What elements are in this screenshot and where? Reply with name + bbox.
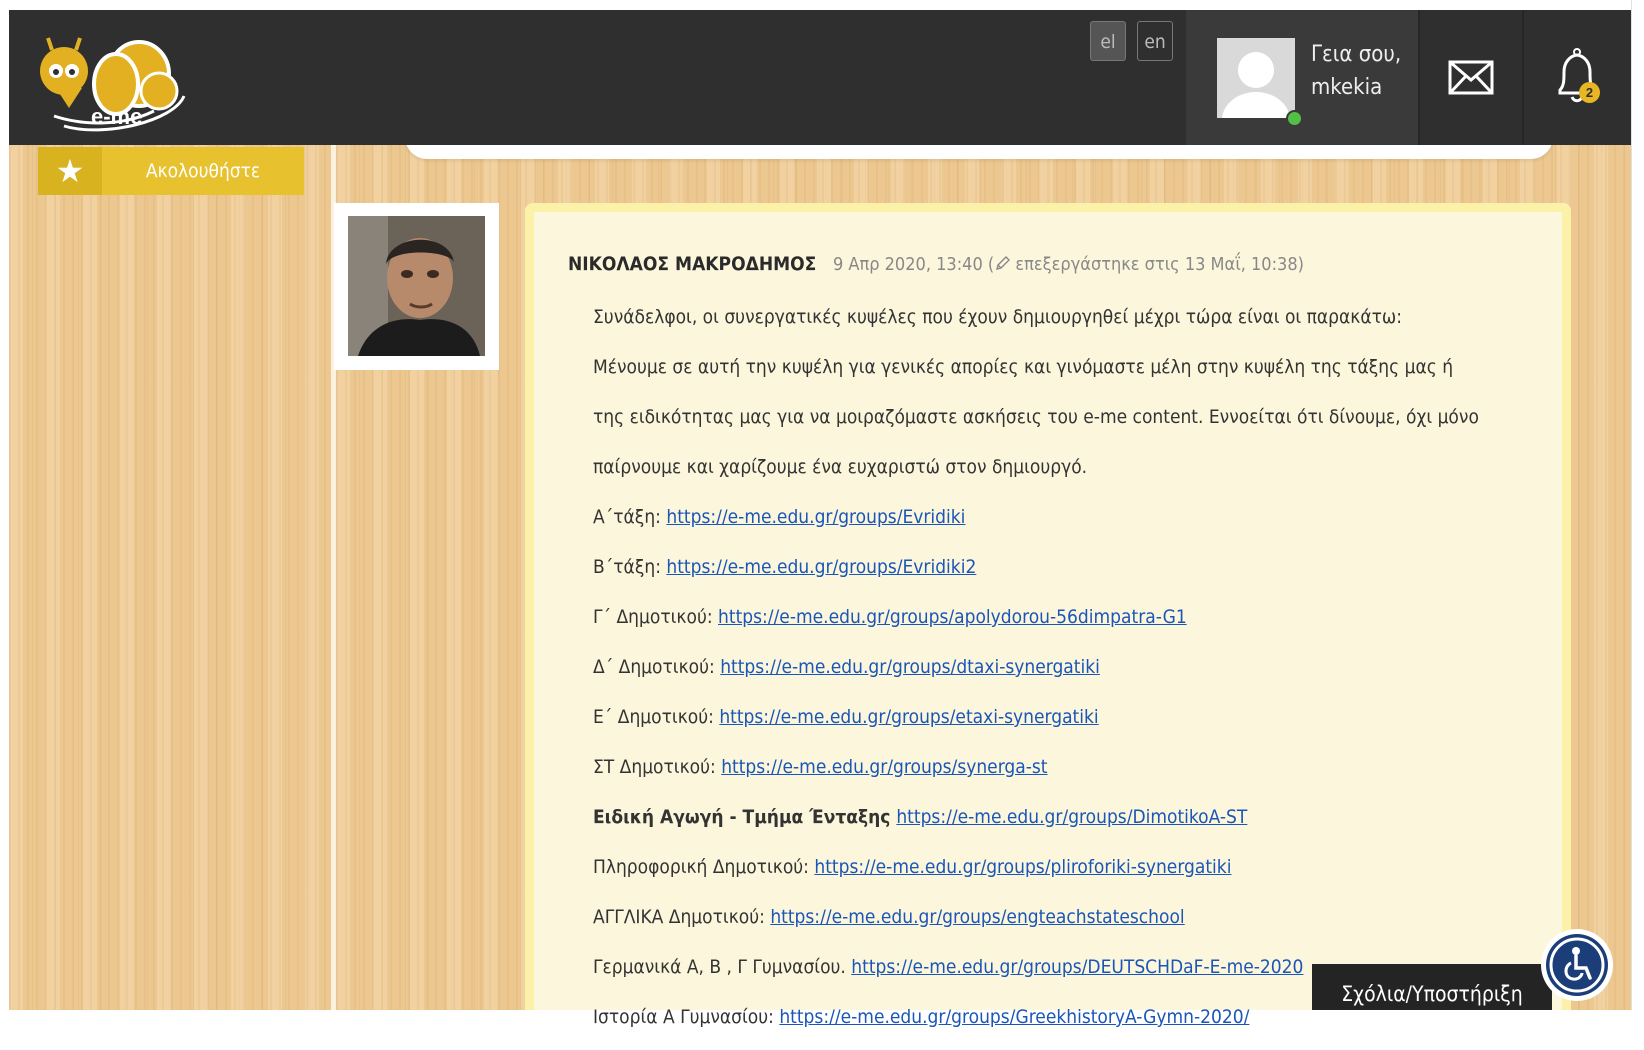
post-card: ΝΙΚΟΛΑΟΣ ΜΑΚΡΟΔΗΜΟΣ 9 Απρ 2020, 13:40 ( … [525, 203, 1571, 1028]
group-link[interactable]: https://e-me.edu.gr/groups/pliroforiki-s… [814, 856, 1231, 878]
lang-en-button[interactable]: en [1137, 21, 1173, 61]
group-label: Ιστορία Α Γυμνασίου: [593, 1006, 780, 1028]
group-link[interactable]: https://e-me.edu.gr/groups/apolydorou-56… [718, 606, 1187, 628]
notifications-button[interactable]: 2 [1524, 10, 1631, 145]
post-paragraph: της ειδικότητας μας για να μοιραζόμαστε … [593, 406, 1479, 428]
notification-count-badge: 2 [1579, 82, 1600, 103]
group-link[interactable]: https://e-me.edu.gr/groups/DEUTSCHDaF-E-… [851, 956, 1303, 978]
group-link-row: Ειδική Αγωγή - Τμήμα Ένταξης https://e-m… [593, 800, 1553, 850]
group-label: Β΄τάξη: [593, 556, 667, 578]
post-date: 9 Απρ 2020, 13:40 ( επεξεργάστηκε στις 1… [833, 254, 1304, 275]
group-label: Ειδική Αγωγή - Τμήμα Ένταξης [593, 806, 897, 828]
group-label: ΑΓΓΛΙΚΑ Δημοτικού: [593, 906, 771, 928]
group-link-row: ΑΓΓΛΙΚΑ Δημοτικού: https://e-me.edu.gr/g… [593, 900, 1553, 950]
group-label: Πληροφορική Δημοτικού: [593, 856, 815, 878]
window-top-strip [0, 0, 1644, 10]
group-label: ΣΤ Δημοτικού: [593, 756, 722, 778]
post-body: Συνάδελφοι, οι συνεργατικές κυψέλες που … [593, 300, 1553, 1050]
post-paragraph: Συνάδελφοι, οι συνεργατικές κυψέλες που … [593, 306, 1403, 328]
envelope-icon [1448, 60, 1494, 95]
sidebar-background [9, 145, 331, 1010]
author-photo-frame [334, 203, 499, 370]
follow-label: Ακολουθήστε [145, 160, 261, 182]
lang-el-button[interactable]: el [1090, 21, 1126, 61]
avatar[interactable] [1217, 38, 1295, 118]
greeting-line: Γεια σου, [1311, 42, 1402, 67]
post-paragraph: παίρνουμε και χαρίζουμε ένα ευχαριστώ στ… [593, 456, 1088, 478]
group-label: Ε΄ Δημοτικού: [593, 706, 720, 728]
wheelchair-icon [1546, 934, 1608, 996]
edited-note: επεξεργάστηκε στις 13 Μαΐ, 10:38) [1015, 254, 1304, 275]
post-meta: ΝΙΚΟΛΑΟΣ ΜΑΚΡΟΔΗΜΟΣ 9 Απρ 2020, 13:40 ( … [568, 253, 1304, 275]
post-timestamp: 9 Απρ 2020, 13:40 ( [832, 254, 995, 275]
username: mkekia [1311, 75, 1383, 100]
user-menu[interactable]: Γεια σου, mkekia [1186, 10, 1418, 145]
top-header: e-me el en Γεια σου, mkekia 2 [9, 10, 1631, 145]
author-photo[interactable] [348, 216, 485, 356]
follow-button[interactable]: ★ Ακολουθήστε [38, 147, 304, 195]
online-status-dot [1286, 110, 1303, 127]
group-link[interactable]: https://e-me.edu.gr/groups/DimotikoA-ST [896, 806, 1247, 828]
group-link-row: Α΄τάξη: https://e-me.edu.gr/groups/Evrid… [593, 500, 1553, 550]
accessibility-button[interactable] [1541, 929, 1613, 1001]
group-link[interactable]: https://e-me.edu.gr/groups/etaxi-synerga… [719, 706, 1098, 728]
group-link-row: Δ΄ Δημοτικού: https://e-me.edu.gr/groups… [593, 650, 1553, 700]
post-author-name[interactable]: ΝΙΚΟΛΑΟΣ ΜΑΚΡΟΔΗΜΟΣ [568, 253, 816, 275]
group-label: Α΄τάξη: [593, 506, 667, 528]
group-link[interactable]: https://e-me.edu.gr/groups/engteachstate… [770, 906, 1184, 928]
group-link-row: Β΄τάξη: https://e-me.edu.gr/groups/Evrid… [593, 550, 1553, 600]
group-link[interactable]: https://e-me.edu.gr/groups/GreekhistoryA… [779, 1006, 1249, 1028]
post-paragraph: Μένουμε σε αυτή την κυψέλη για γενικές α… [593, 356, 1454, 378]
group-link-row: Ε΄ Δημοτικού: https://e-me.edu.gr/groups… [593, 700, 1553, 750]
group-link[interactable]: https://e-me.edu.gr/groups/synerga-st [721, 756, 1047, 778]
bell-icon [1558, 48, 1596, 103]
group-link-row: Πληροφορική Δημοτικού: https://e-me.edu.… [593, 850, 1553, 900]
star-icon: ★ [38, 147, 102, 195]
group-label: Γ΄ Δημοτικού: [593, 606, 719, 628]
default-user-icon [1222, 52, 1290, 118]
user-greeting: Γεια σου, mkekia [1311, 38, 1401, 104]
group-link-row: Γ΄ Δημοτικού: https://e-me.edu.gr/groups… [593, 600, 1553, 650]
group-link[interactable]: https://e-me.edu.gr/groups/dtaxi-synerga… [720, 656, 1100, 678]
page-scrollbar[interactable] [1631, 0, 1644, 1010]
feedback-support-button[interactable]: Σχόλια/Υποστήριξη [1312, 964, 1552, 1010]
messages-button[interactable] [1420, 10, 1522, 145]
bee-logo-icon[interactable]: e-me [34, 26, 194, 138]
group-link[interactable]: https://e-me.edu.gr/groups/Evridiki [666, 506, 965, 528]
group-label: Γερμανικά Α, Β , Γ Γυμνασίου. [593, 956, 852, 978]
group-link[interactable]: https://e-me.edu.gr/groups/Evridiki2 [666, 556, 976, 578]
logo-text: e-me [91, 104, 142, 129]
group-label: Δ΄ Δημοτικού: [593, 656, 721, 678]
group-link-row: ΣΤ Δημοτικού: https://e-me.edu.gr/groups… [593, 750, 1553, 800]
pencil-icon [994, 254, 1011, 275]
